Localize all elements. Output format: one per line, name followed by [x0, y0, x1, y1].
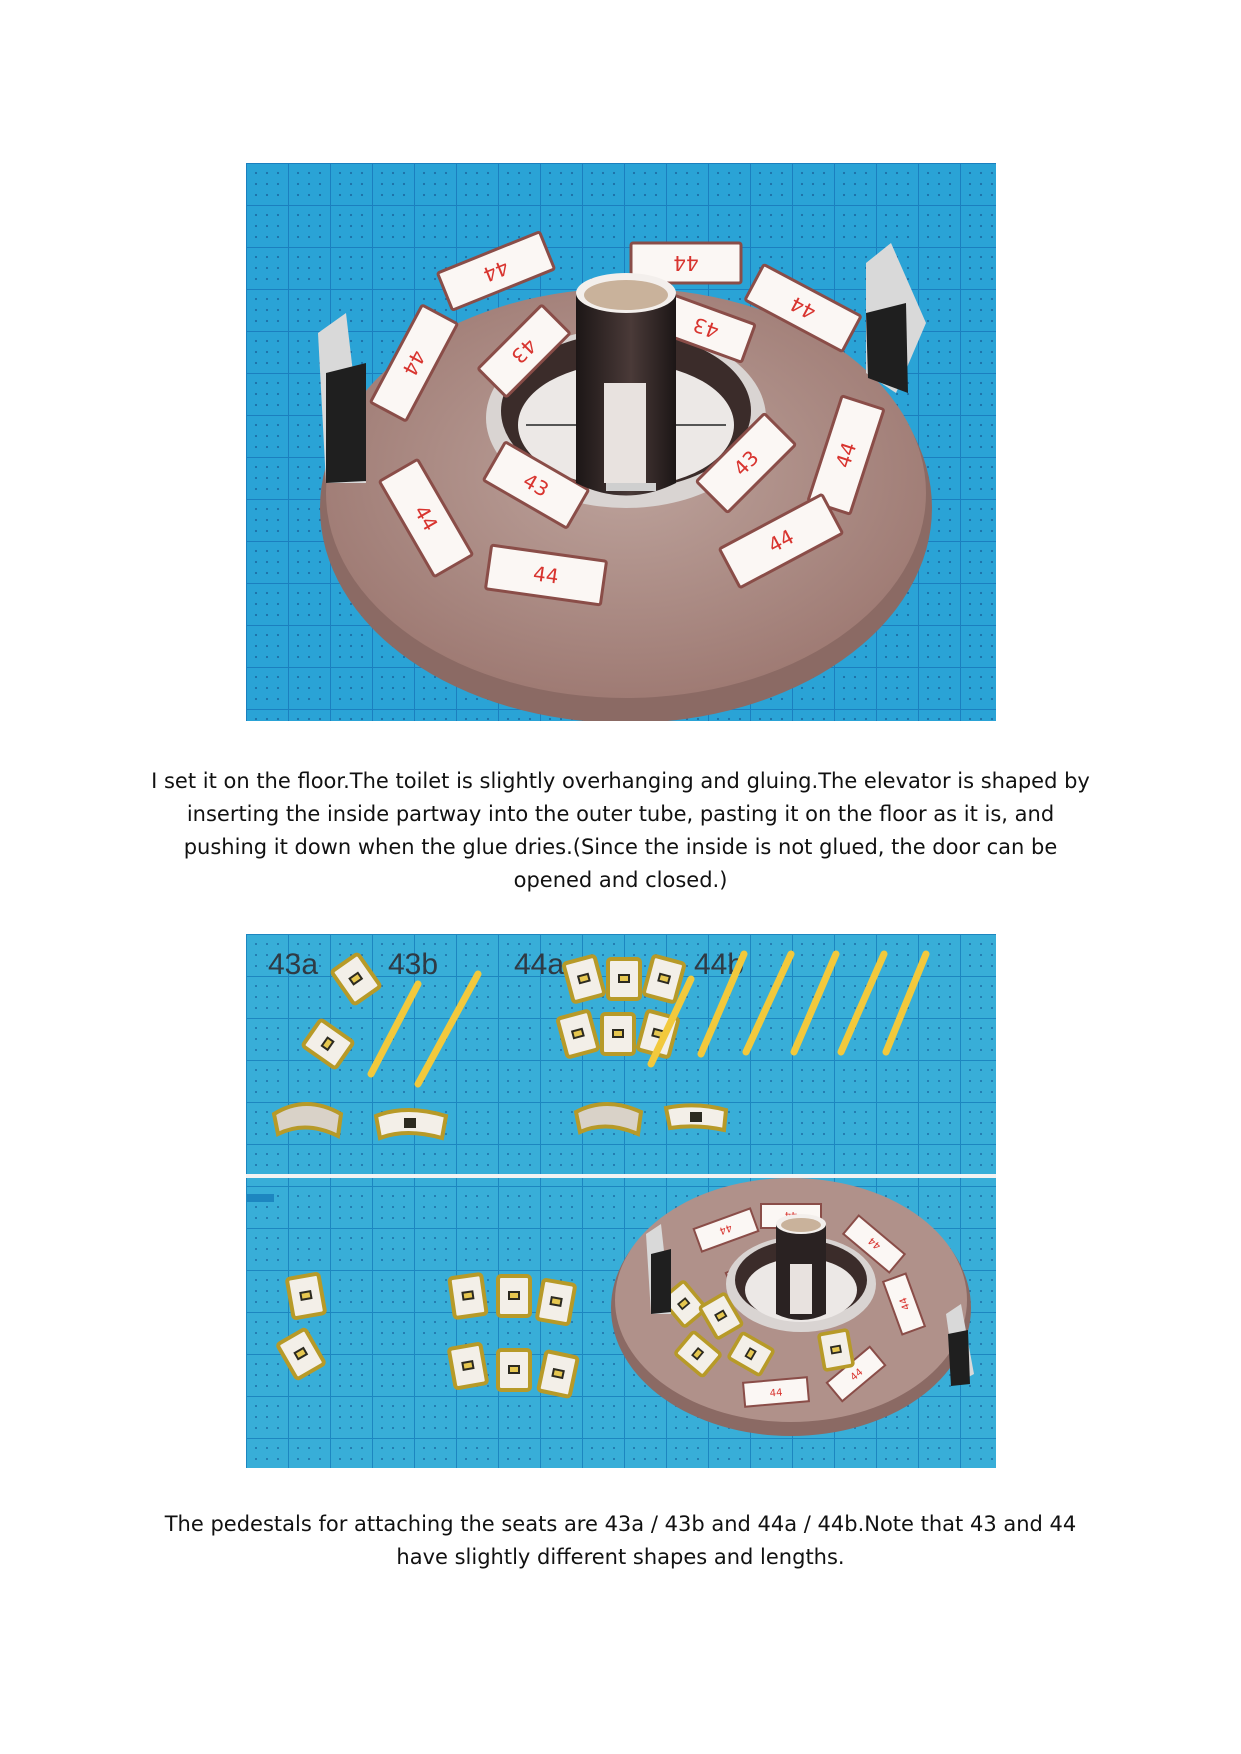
mat-edge-mark — [246, 1194, 274, 1202]
svg-text:44: 44 — [769, 1387, 783, 1399]
photo-seat-pedestals: 43a 43b 44a 44b 44 44 44 44 44 44 — [246, 934, 996, 1468]
seat-number: 44 — [532, 561, 561, 588]
seat-card-small: 44 — [741, 1376, 811, 1408]
elevator-tube — [576, 273, 676, 496]
caption-seat-pedestals: The pedestals for attaching the seats ar… — [164, 1512, 1077, 1569]
part-label-43b: 43b — [388, 948, 438, 981]
photo-floor-assembly: 44 44 44 44 44 44 44 44 43 43 43 43 — [246, 163, 996, 721]
seat-number: 44 — [673, 251, 698, 275]
floor-assembly-illustration: 44 44 44 44 44 44 44 44 43 43 43 43 — [246, 163, 996, 721]
seat-pedestals-illustration: 43a 43b 44a 44b 44 44 44 44 44 44 — [246, 934, 996, 1468]
elevator-tube-small — [776, 1214, 826, 1320]
photo-divider — [246, 1174, 996, 1178]
caption-floor-assembly: I set it on the floor.The toilet is slig… — [151, 769, 1090, 892]
part-label-44a: 44a — [514, 948, 564, 981]
part-label-43a: 43a — [268, 948, 318, 981]
